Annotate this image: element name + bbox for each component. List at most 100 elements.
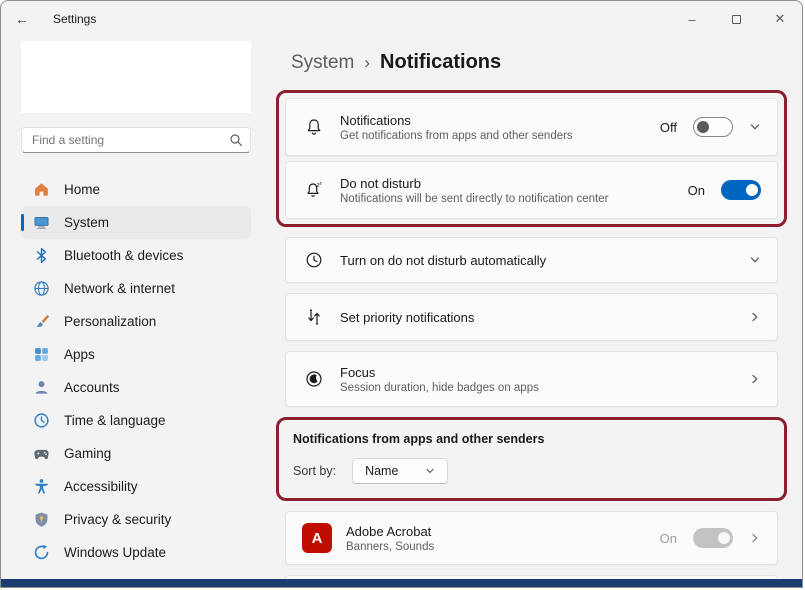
breadcrumb-root[interactable]: System [291,52,354,74]
card-title: Focus [340,365,735,380]
back-button[interactable]: ← [15,11,41,27]
do-not-disturb-toggle[interactable] [721,180,761,200]
sidebar-item-personalization[interactable]: Personalization [21,305,251,338]
chevron-right-icon[interactable] [749,311,761,323]
sidebar-item-label: System [64,215,109,230]
focus-moon-icon [302,369,326,389]
breadcrumb-separator-icon: › [364,53,370,73]
sidebar-item-system[interactable]: System [21,206,251,239]
search-input[interactable] [21,127,251,153]
adobe-acrobat-icon: A [302,523,332,553]
minimize-button[interactable]: – [670,1,714,37]
priority-notifications-card[interactable]: Set priority notifications [285,293,778,341]
bell-sleep-icon: zz [302,180,326,200]
chevron-down-icon[interactable] [749,121,761,133]
sort-dropdown-value: Name [365,464,398,478]
close-button[interactable]: ✕ [758,1,802,37]
sidebar-item-windows-update[interactable]: Windows Update [21,536,251,569]
toggle-knob [697,121,709,133]
card-title: Set priority notifications [340,310,735,325]
adobe-creative-cloud-icon: Cc [302,587,332,588]
bell-icon [302,117,326,137]
card-title: Do not disturb [340,176,674,191]
user-profile-placeholder [21,41,251,113]
sidebar-item-apps[interactable]: Apps [21,338,251,371]
page-title: Notifications [380,51,501,74]
dnd-automatic-card[interactable]: Turn on do not disturb automatically [285,237,778,283]
apps-grid-icon [33,346,50,363]
clock-icon [33,412,50,429]
search-box [21,127,251,153]
titlebar: ← Settings – ✕ [1,1,802,37]
sidebar-item-label: Time & language [64,413,166,428]
clock-auto-icon [302,250,326,270]
sort-dropdown[interactable]: Name [352,458,448,484]
bluetooth-icon [33,247,50,264]
do-not-disturb-card[interactable]: zz Do not disturb Notifications will be … [285,161,778,219]
main-content: System › Notifications Notifications Get… [271,37,802,588]
sidebar-item-label: Bluetooth & devices [64,248,183,263]
shield-icon [33,511,50,528]
toggle-state-label: On [688,183,705,198]
person-icon [33,379,50,396]
card-subtitle: Notifications will be sent directly to n… [340,193,674,205]
sidebar-item-time-language[interactable]: Time & language [21,404,251,437]
card-title: Notifications [340,113,646,128]
sidebar-item-label: Windows Update [64,545,166,560]
update-arrows-icon [33,544,50,561]
app-notification-row[interactable]: A Adobe Acrobat Banners, Sounds On [285,511,778,565]
window-controls: – ✕ [670,1,802,37]
priority-arrows-icon [302,307,326,327]
breadcrumb: System › Notifications [291,51,778,74]
sidebar-item-accessibility[interactable]: Accessibility [21,470,251,503]
sidebar-item-label: Privacy & security [64,512,171,527]
home-icon [33,181,50,198]
sort-by-label: Sort by: [293,464,336,478]
annotation-box-notifications: Notifications Get notifications from app… [276,90,787,227]
sidebar: Home System Bluetooth & devices [1,37,271,588]
accessibility-icon [33,478,50,495]
system-icon [33,214,50,231]
toggle-knob [746,184,758,196]
sidebar-item-label: Accessibility [64,479,138,494]
sidebar-item-label: Home [64,182,100,197]
app-subtitle: Banners, Sounds [346,541,646,553]
window-title: Settings [53,12,96,26]
sidebar-item-privacy-security[interactable]: Privacy & security [21,503,251,536]
sidebar-item-label: Accounts [64,380,120,395]
sidebar-item-bluetooth-devices[interactable]: Bluetooth & devices [21,239,251,272]
sidebar-item-label: Gaming [64,446,111,461]
notifications-toggle[interactable] [693,117,733,137]
chevron-down-icon[interactable] [749,254,761,266]
card-title: Turn on do not disturb automatically [340,253,735,268]
toggle-state-label: On [660,531,677,546]
chevron-right-icon[interactable] [749,532,761,544]
app-notifications-toggle[interactable] [693,528,733,548]
apps-section-header: Notifications from apps and other sender… [293,432,778,446]
focus-card[interactable]: Focus Session duration, hide badges on a… [285,351,778,407]
settings-window: ← Settings – ✕ Ho [0,0,803,588]
annotation-box-apps-section: Notifications from apps and other sender… [276,417,787,501]
sidebar-nav: Home System Bluetooth & devices [21,173,251,569]
maximize-button[interactable] [714,1,758,37]
chevron-right-icon[interactable] [749,373,761,385]
globe-icon [33,280,50,297]
sidebar-item-home[interactable]: Home [21,173,251,206]
search-icon [229,133,243,147]
game-controller-icon [33,445,50,462]
svg-text:z: z [320,182,323,187]
card-subtitle: Get notifications from apps and other se… [340,130,646,142]
maximize-icon [732,15,741,24]
brush-icon [33,313,50,330]
sidebar-item-label: Network & internet [64,281,175,296]
sidebar-item-network-internet[interactable]: Network & internet [21,272,251,305]
sidebar-item-accounts[interactable]: Accounts [21,371,251,404]
toggle-knob [718,532,730,544]
app-name: Adobe Creative Cloud [346,588,646,589]
taskbar-strip [1,579,802,587]
sidebar-item-gaming[interactable]: Gaming [21,437,251,470]
card-subtitle: Session duration, hide badges on apps [340,382,735,394]
notifications-card[interactable]: Notifications Get notifications from app… [285,98,778,156]
sidebar-item-label: Apps [64,347,95,362]
chevron-down-icon [425,466,435,476]
